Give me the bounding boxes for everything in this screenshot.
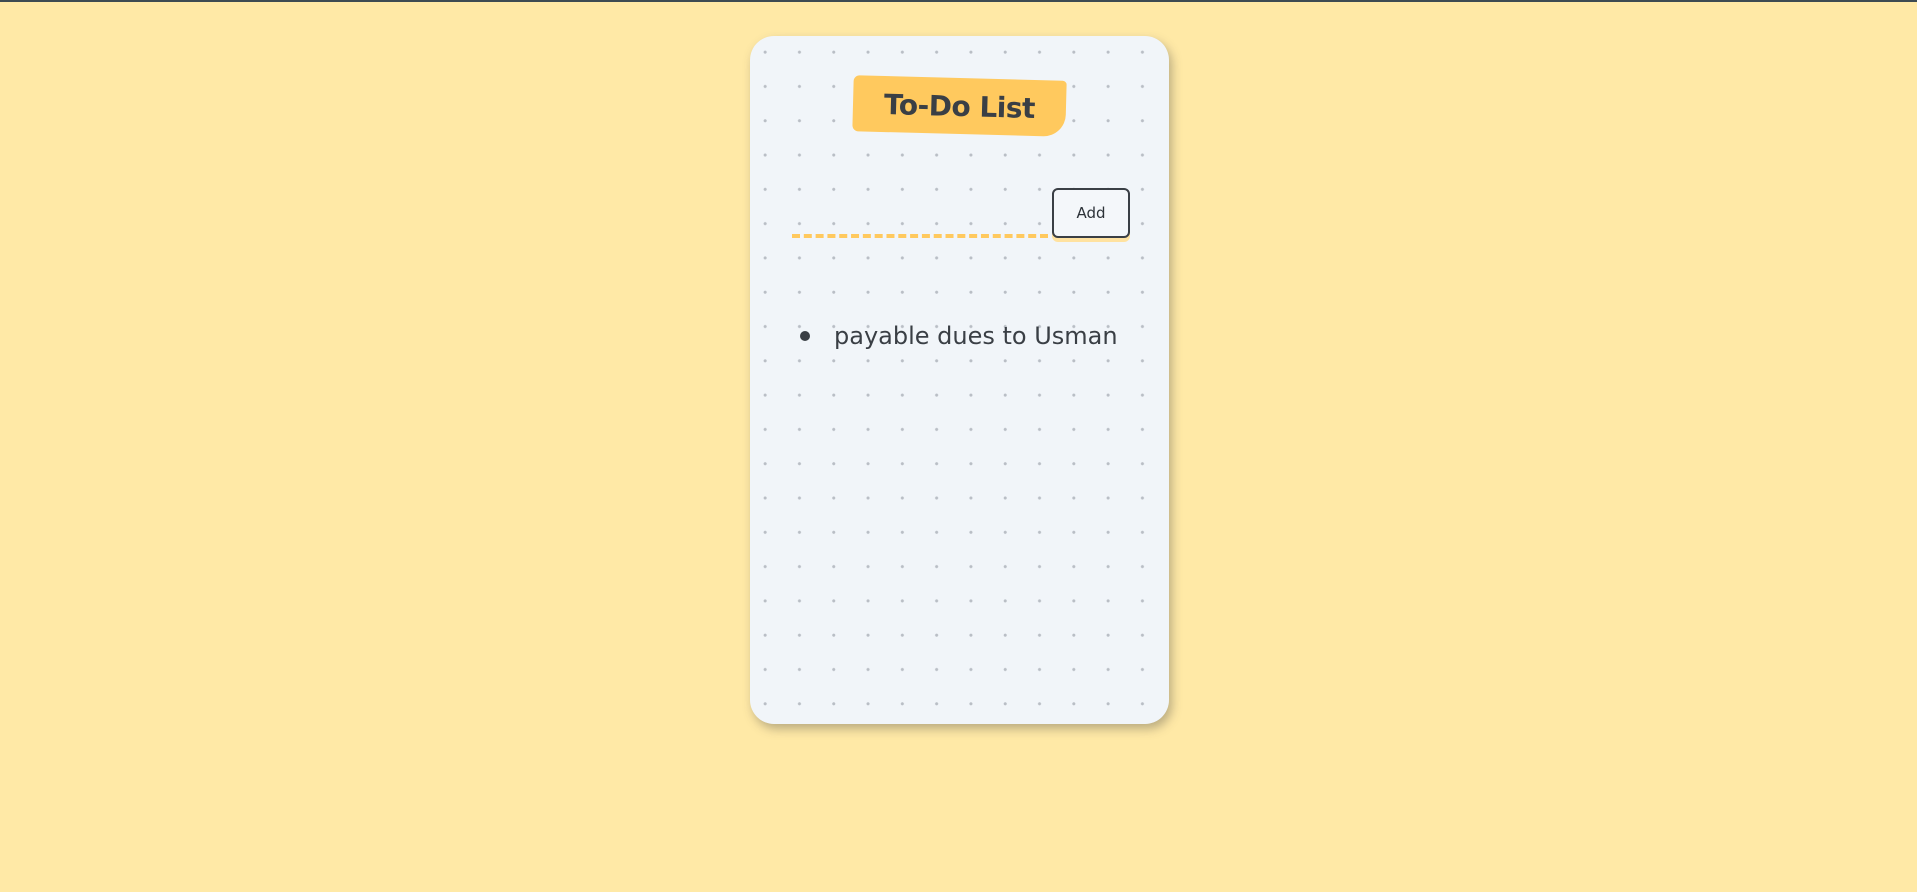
task-text: payable dues to Usman <box>834 322 1118 350</box>
bullet-icon <box>800 331 810 341</box>
task-input[interactable] <box>792 188 1048 238</box>
page-title: To-Do List <box>883 87 1036 125</box>
task-item[interactable]: payable dues to Usman <box>794 316 1118 356</box>
todo-card: To-Do List Add payable dues to Usman <box>750 36 1169 724</box>
task-list: payable dues to Usman <box>794 316 1118 356</box>
page: { "app": { "title": "To-Do List" }, "for… <box>0 0 1917 892</box>
title-banner: To-Do List <box>852 75 1067 137</box>
add-button[interactable]: Add <box>1052 188 1130 238</box>
add-task-form: Add <box>792 188 1130 242</box>
